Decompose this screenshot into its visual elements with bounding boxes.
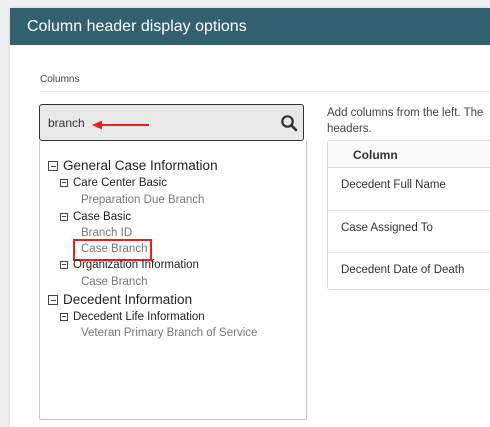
collapse-icon[interactable]: [60, 178, 68, 187]
tree-subgroup-care-center-basic[interactable]: Care Center Basic: [60, 177, 167, 189]
collapse-icon[interactable]: [60, 212, 68, 221]
table-row[interactable]: Case Assigned To: [328, 210, 490, 253]
column-header: Column: [353, 148, 398, 162]
tree-group-decedent-information[interactable]: Decedent Information: [48, 292, 192, 307]
tree-group-label: General Case Information: [63, 158, 218, 173]
collapse-icon[interactable]: [48, 161, 58, 172]
tree-subgroup-label: Case Basic: [73, 211, 132, 223]
column-tree: General Case Information Care Center Bas…: [39, 141, 307, 420]
tree-subgroup-case-basic[interactable]: Case Basic: [60, 211, 131, 223]
columns-section-label: Columns: [40, 74, 80, 85]
table-cell: Case Assigned To: [341, 222, 433, 234]
table-header: Column: [328, 141, 490, 168]
annotation-highlight-box: [73, 239, 152, 261]
tree-subgroup-decedent-life-information[interactable]: Decedent Life Information: [60, 311, 205, 323]
tree-item-preparation-due-branch[interactable]: Preparation Due Branch: [81, 194, 204, 206]
column-options-dialog: Column header display options Columns Ge…: [10, 8, 490, 427]
collapse-icon[interactable]: [48, 295, 58, 306]
tree-subgroup-label: Care Center Basic: [73, 177, 167, 189]
collapse-icon[interactable]: [60, 260, 68, 269]
search-icon[interactable]: [280, 114, 298, 132]
tree-subgroup-organization-information[interactable]: Organization Information: [60, 259, 199, 271]
annotation-arrow-icon: [92, 120, 149, 130]
tree-subgroup-label: Decedent Life Information: [73, 311, 205, 323]
table-row[interactable]: Decedent Full Name: [328, 168, 490, 210]
tree-item-veteran-primary-branch[interactable]: Veteran Primary Branch of Service: [81, 327, 257, 339]
table-row[interactable]: Decedent Date of Death: [328, 252, 490, 291]
intro-line: Add columns from the left. The: [327, 107, 484, 119]
intro-line: headers.: [327, 123, 372, 135]
tree-item-branch-id[interactable]: Branch ID: [81, 227, 132, 239]
table-cell: Decedent Full Name: [341, 179, 446, 191]
dialog-title: Column header display options: [27, 18, 247, 35]
tree-group-label: Decedent Information: [63, 292, 193, 307]
tree-subgroup-label: Organization Information: [73, 259, 199, 271]
selected-columns-intro: Add columns from the left. The headers.: [327, 105, 490, 137]
tree-group-general-case-information[interactable]: General Case Information: [48, 158, 218, 173]
column-search-box[interactable]: [39, 104, 304, 141]
tree-item-case-branch-org[interactable]: Case Branch: [81, 276, 147, 288]
table-cell: Decedent Date of Death: [341, 264, 465, 276]
selected-columns-table: Column Decedent Full Name Case Assigned …: [327, 140, 490, 290]
section-divider: [40, 91, 490, 92]
collapse-icon[interactable]: [60, 312, 68, 321]
dialog-header: Column header display options: [10, 8, 490, 45]
